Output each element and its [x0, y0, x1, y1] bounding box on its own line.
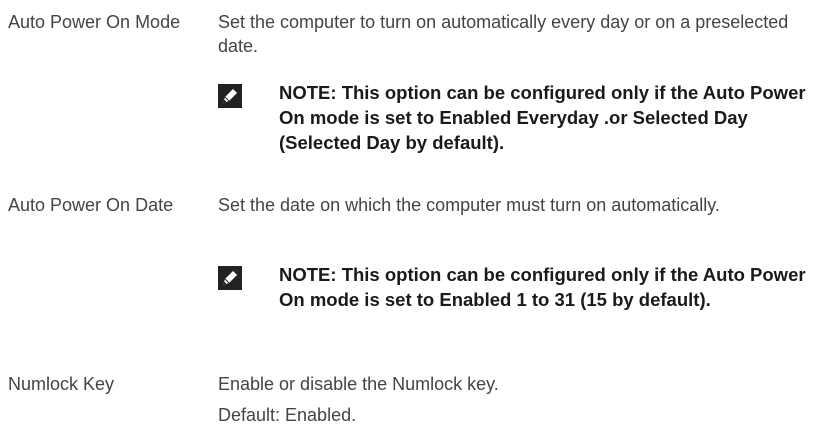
- setting-description: Set the date on which the computer must …: [218, 195, 720, 215]
- setting-description: Set the computer to turn on automaticall…: [218, 12, 789, 56]
- note-text: NOTE: This option can be configured only…: [279, 82, 806, 153]
- setting-description: Enable or disable the Numlock key.: [218, 374, 499, 394]
- note-pencil-icon: [218, 84, 242, 108]
- setting-default-value: Default: Enabled.: [218, 405, 357, 425]
- setting-label: Auto Power On Mode: [8, 12, 181, 32]
- setting-label: Numlock Key: [8, 374, 115, 394]
- note-text: NOTE: This option can be configured only…: [279, 264, 806, 310]
- note-pencil-icon: [218, 266, 242, 290]
- setting-label: Auto Power On Date: [8, 195, 174, 215]
